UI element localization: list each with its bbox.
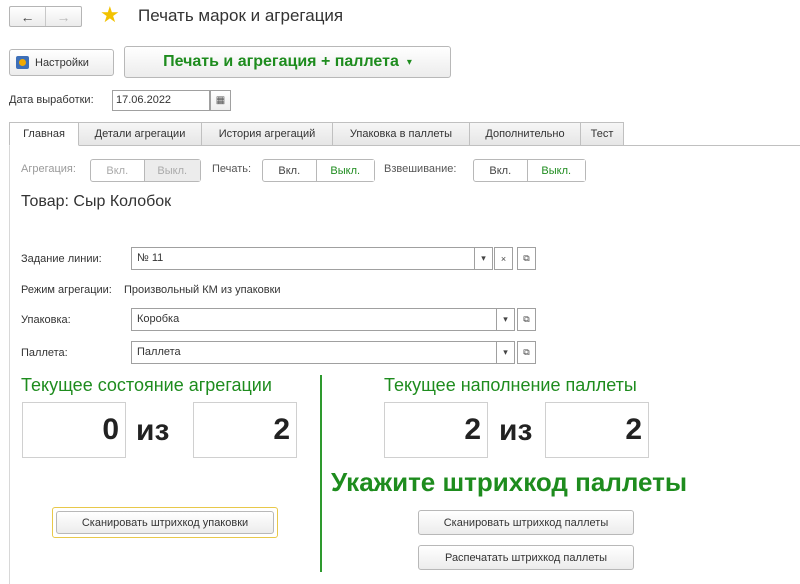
weighing-toggle[interactable]: Вкл. Выкл. — [473, 159, 586, 182]
product-label: Товар: Сыр Колобок — [21, 193, 172, 210]
calendar-icon[interactable]: ▦ — [210, 90, 231, 111]
line-task-dropdown-icon[interactable]: ▾ — [474, 247, 493, 270]
print-toggle-label: Печать: — [212, 163, 252, 175]
line-task-field[interactable]: № 11 — [131, 247, 475, 270]
aggregation-current-count: 0 — [22, 402, 126, 458]
navigation-buttons: ← → — [9, 6, 82, 27]
section-divider — [320, 375, 322, 572]
aggregation-separator: из — [136, 414, 170, 447]
aggregation-on[interactable]: Вкл. — [91, 160, 144, 181]
print-pallet-barcode-button[interactable]: Распечатать штрихкод паллеты — [418, 545, 634, 570]
production-date-label: Дата выработки: — [9, 94, 94, 106]
forward-arrow-icon[interactable]: → — [45, 7, 81, 26]
pallet-open-icon[interactable]: ⧉ — [517, 341, 536, 364]
weighing-off[interactable]: Выкл. — [526, 160, 585, 181]
scan-pallet-prompt: Укажите штрихкод паллеты — [331, 467, 688, 497]
line-task-label: Задание линии: — [21, 253, 102, 265]
pallet-dropdown-icon[interactable]: ▾ — [496, 341, 515, 364]
scan-package-button-focus: Сканировать штрихкод упаковки — [52, 507, 278, 538]
settings-button-label: Настройки — [35, 56, 89, 69]
print-on[interactable]: Вкл. — [263, 160, 316, 181]
pallet-separator: из — [499, 414, 533, 447]
tab-pallet-packing[interactable]: Упаковка в паллеты — [333, 122, 470, 146]
pallet-state-heading: Текущее наполнение паллеты — [384, 375, 637, 395]
tab-aggregation-history[interactable]: История агрегаций — [202, 122, 333, 146]
aggregation-total-count: 2 — [193, 402, 297, 458]
production-date-input[interactable]: 17.06.2022 — [112, 90, 210, 111]
print-off[interactable]: Выкл. — [315, 160, 374, 181]
package-field[interactable]: Коробка — [131, 308, 497, 331]
aggregation-state-heading: Текущее состояние агрегации — [21, 375, 272, 395]
print-toggle[interactable]: Вкл. Выкл. — [262, 159, 375, 182]
aggregation-toggle[interactable]: Вкл. Выкл. — [90, 159, 201, 182]
tab-additional[interactable]: Дополнительно — [470, 122, 581, 146]
aggregation-toggle-label: Агрегация: — [21, 163, 76, 175]
weighing-on[interactable]: Вкл. — [474, 160, 527, 181]
scan-package-button[interactable]: Сканировать штрихкод упаковки — [56, 511, 274, 534]
window-title: Печать марок и агрегация — [138, 6, 344, 25]
main-button-label: Печать и агрегация + паллета — [163, 53, 399, 70]
back-arrow-icon[interactable]: ← — [10, 7, 45, 26]
package-open-icon[interactable]: ⧉ — [517, 308, 536, 331]
line-task-open-icon[interactable]: ⧉ — [517, 247, 536, 270]
pallet-label: Паллета: — [21, 347, 68, 359]
settings-icon — [16, 56, 29, 69]
scan-pallet-button[interactable]: Сканировать штрихкод паллеты — [418, 510, 634, 535]
tab-test[interactable]: Тест — [581, 122, 624, 146]
tab-aggregation-details[interactable]: Детали агрегации — [79, 122, 202, 146]
package-dropdown-icon[interactable]: ▾ — [496, 308, 515, 331]
pallet-total-count: 2 — [545, 402, 649, 458]
pallet-current-count: 2 — [384, 402, 488, 458]
pallet-field[interactable]: Паллета — [131, 341, 497, 364]
aggregation-off[interactable]: Выкл. — [143, 160, 200, 181]
chevron-down-icon: ▾ — [406, 56, 412, 68]
settings-button[interactable]: Настройки — [9, 49, 114, 76]
tab-bar: Главная Детали агрегации История агрегац… — [9, 122, 624, 146]
line-task-clear-icon[interactable]: × — [494, 247, 513, 270]
aggregation-mode-value: Произвольный КМ из упаковки — [124, 284, 281, 296]
weighing-toggle-label: Взвешивание: — [384, 163, 457, 175]
favorite-star-icon[interactable]: ★ — [100, 2, 120, 28]
package-label: Упаковка: — [21, 314, 71, 326]
print-aggregation-pallet-button[interactable]: Печать и агрегация + паллета ▾ — [124, 46, 451, 78]
tab-main[interactable]: Главная — [9, 122, 79, 146]
aggregation-mode-label: Режим агрегации: — [21, 284, 112, 296]
